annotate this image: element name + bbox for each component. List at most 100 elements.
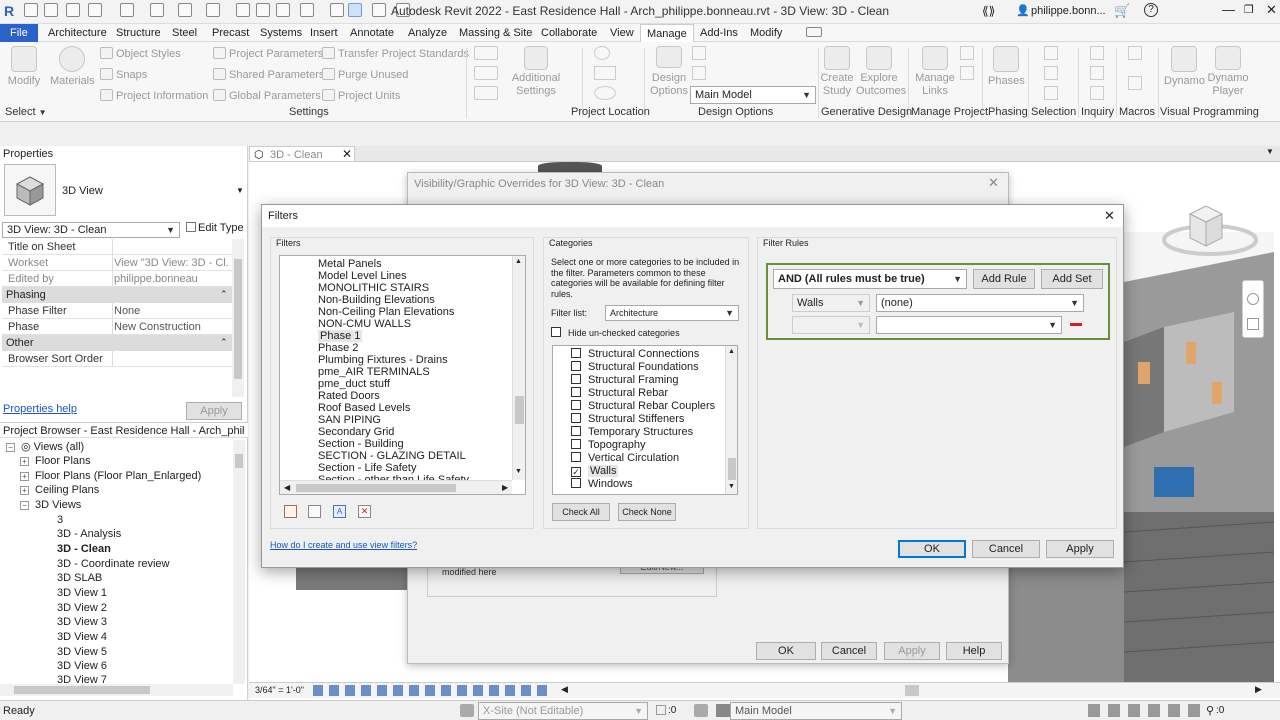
cart-icon[interactable]: 🛒 (1114, 3, 1130, 19)
category-row-checked[interactable]: ✓ Walls (571, 465, 619, 477)
filter-item[interactable]: Roof Based Levels (318, 402, 410, 414)
starting-view-icon[interactable] (960, 46, 974, 60)
rule-operator-select[interactable]: ▼ (792, 316, 870, 334)
close-icon[interactable]: ✕ (342, 147, 352, 161)
explore-outcomes-tool[interactable]: Explore Outcomes (856, 46, 906, 98)
location-icon[interactable] (594, 46, 610, 60)
delete-filter-icon[interactable]: ✕ (358, 505, 371, 518)
vg-close-icon[interactable]: ✕ (988, 175, 999, 191)
view-control-icons[interactable] (313, 685, 553, 696)
type-selector-chevron-icon[interactable]: ▼ (236, 186, 244, 195)
scroll-thumb[interactable] (235, 454, 243, 468)
tree-3d-views[interactable]: −3D Views (20, 499, 81, 511)
scroll-down-icon[interactable]: ▼ (728, 483, 735, 490)
snaps-tool[interactable]: Snaps (100, 68, 147, 81)
filter-item[interactable]: Non-Building Elevations (318, 294, 435, 306)
properties-scrollbar[interactable] (232, 239, 244, 397)
design-option-select[interactable]: Main Model ▼ (690, 86, 816, 104)
category-row[interactable]: Structural Rebar (571, 387, 668, 399)
properties-help-link[interactable]: Properties help (3, 403, 77, 415)
category-row[interactable]: Structural Foundations (571, 361, 699, 373)
category-row[interactable]: Structural Stiffeners (571, 413, 684, 425)
hide-unchecked-checkbox[interactable]: Hide un-checked categories (551, 327, 680, 338)
coordinates-icon[interactable] (594, 66, 616, 80)
shared-parameters-tool[interactable]: Shared Parameters (213, 68, 324, 81)
scroll-up-icon[interactable]: ▲ (515, 258, 522, 265)
property-row[interactable]: Title on Sheet (2, 239, 232, 255)
filter-item[interactable]: SECTION - GLAZING DETAIL (318, 450, 466, 462)
editable-only-icon[interactable] (656, 705, 666, 715)
settings-list-icon[interactable] (474, 46, 498, 60)
tab-modify[interactable]: Modify (744, 24, 788, 42)
tab-view[interactable]: View (604, 24, 640, 42)
tab-collaborate[interactable]: Collaborate (535, 24, 603, 42)
categories-vscrollbar[interactable]: ▲ ▼ (725, 346, 737, 494)
restore-icon[interactable]: ❐ (1244, 3, 1254, 16)
ribbon-toggle-icon[interactable] (806, 27, 822, 37)
rename-filter-icon[interactable]: A (333, 505, 346, 518)
filters-hscrollbar[interactable]: ◀ ▶ (280, 480, 512, 494)
tab-add-ins[interactable]: Add-Ins (694, 24, 744, 42)
filter-item-selected[interactable]: Phase 1 (318, 330, 363, 342)
category-row[interactable]: Temporary Structures (571, 426, 693, 438)
vg-ok-button[interactable]: OK (756, 642, 816, 660)
instance-selector[interactable]: 3D View: 3D - Clean ▼ (2, 222, 180, 238)
tab-structure[interactable]: Structure (110, 24, 167, 42)
filter-item[interactable]: Section - Building (318, 438, 404, 450)
filter-item[interactable]: Phase 2 (318, 342, 358, 354)
selection-settings-icons[interactable] (1088, 704, 1206, 717)
macro-manager-icon[interactable] (1128, 46, 1142, 60)
new-filter-icon[interactable] (284, 505, 297, 518)
tree-view-item[interactable]: 3D View 5 (57, 646, 107, 658)
tree-views-all[interactable]: − ◎ Views (all) (6, 440, 84, 453)
property-row[interactable]: Phase New Construction (2, 319, 232, 335)
transfer-standards-tool[interactable]: Transfer Project Standards (322, 47, 469, 60)
user-name[interactable]: philippe.bonn... (1031, 5, 1106, 17)
filter-item[interactable]: MONOLITHIC STAIRS (318, 282, 429, 294)
phases-tool[interactable]: Phases (988, 46, 1025, 87)
tab-systems[interactable]: Systems (254, 24, 308, 42)
tab-architecture[interactable]: Architecture (42, 24, 113, 42)
filter-icon[interactable]: ⚲ (1206, 704, 1214, 717)
tree-view-item[interactable]: 3D View 3 (57, 616, 107, 628)
tree-view-item[interactable]: 3D View 7 (57, 674, 107, 684)
tree-floor-plans-enlarged[interactable]: + Floor Plans (Floor Plan_Enlarged) (20, 470, 201, 482)
and-rule-select[interactable]: AND (All rules must be true) ▼ (773, 269, 967, 289)
scroll-thumb[interactable] (515, 396, 524, 424)
rule-category-select[interactable]: Walls ▼ (792, 294, 870, 312)
settings-list-icon-3[interactable] (474, 86, 498, 100)
macro-security-icon[interactable] (1128, 76, 1142, 90)
property-row[interactable]: Phase Filter None (2, 303, 232, 319)
add-to-set-icon[interactable] (692, 46, 706, 60)
remove-rule-icon[interactable] (1070, 323, 1082, 326)
select-panel[interactable]: Select ▼ (5, 106, 47, 118)
browser-hscrollbar[interactable] (0, 684, 233, 696)
tree-view-item[interactable]: 3D View 4 (57, 631, 107, 643)
zoom-icon[interactable] (1247, 318, 1259, 330)
filter-item[interactable]: Model Level Lines (318, 270, 407, 282)
project-information-tool[interactable]: Project Information (100, 89, 208, 102)
scroll-right-icon[interactable]: ▶ (1255, 684, 1262, 695)
filter-item[interactable]: pme_duct stuff (318, 378, 390, 390)
nav-arrows-icon[interactable]: ⟪⟫ (982, 4, 995, 18)
edit-selection-icon[interactable] (1044, 86, 1058, 100)
tab-insert[interactable]: Insert (304, 24, 344, 42)
check-all-button[interactable]: Check All (552, 503, 610, 521)
tree-view-item[interactable]: 3D View 1 (57, 587, 107, 599)
tree-view-item[interactable]: 3D SLAB (57, 572, 102, 584)
filters-help-link[interactable]: How do I create and use view filters? (270, 540, 417, 550)
category-row[interactable]: Structural Framing (571, 374, 678, 386)
tree-view-item[interactable]: 3D View 6 (57, 660, 107, 672)
scroll-thumb[interactable] (296, 484, 456, 492)
filter-item[interactable]: pme_AIR TERMINALS (318, 366, 430, 378)
manage-links-tool[interactable]: Manage Links (914, 46, 956, 98)
filters-vscrollbar[interactable]: ▲ ▼ (512, 256, 525, 480)
filter-item[interactable]: Secondary Grid (318, 426, 394, 438)
categories-list[interactable]: Structural Connections Structural Founda… (552, 345, 738, 495)
minimize-icon[interactable]: — (1222, 2, 1235, 17)
tree-view-item[interactable]: 3 (57, 514, 63, 526)
save-selection-icon[interactable] (1044, 46, 1058, 60)
add-rule-button[interactable]: Add Rule (973, 269, 1035, 289)
vg-help-button[interactable]: Help (946, 642, 1002, 660)
ids-icon[interactable] (1090, 46, 1104, 60)
